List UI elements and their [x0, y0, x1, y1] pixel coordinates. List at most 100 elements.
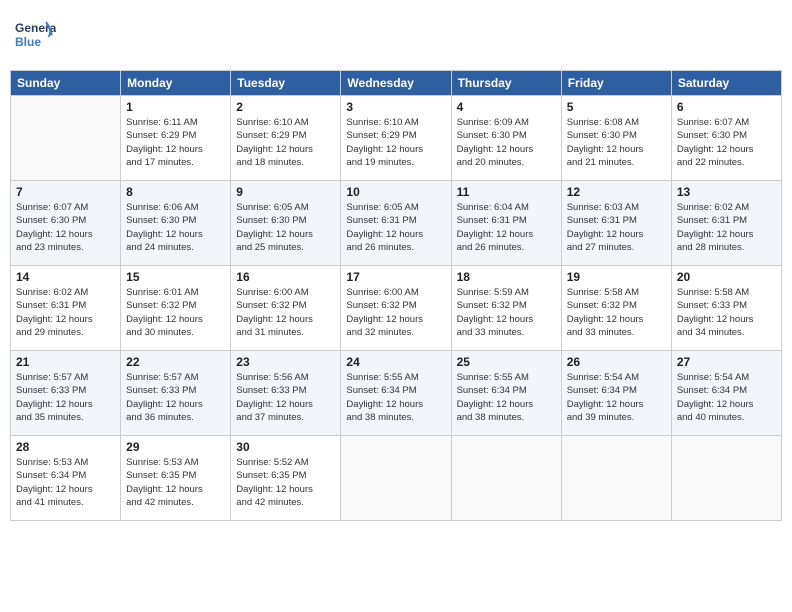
- calendar-day-cell: 25 Sunrise: 5:55 AM Sunset: 6:34 PM Dayli…: [451, 351, 561, 436]
- day-number: 20: [677, 270, 776, 284]
- day-number: 13: [677, 185, 776, 199]
- day-number: 14: [16, 270, 115, 284]
- calendar-day-cell: 26 Sunrise: 5:54 AM Sunset: 6:34 PM Dayli…: [561, 351, 671, 436]
- day-info: Sunrise: 5:55 AM Sunset: 6:34 PM Dayligh…: [346, 371, 445, 424]
- calendar-day-cell: 6 Sunrise: 6:07 AM Sunset: 6:30 PM Daylig…: [671, 96, 781, 181]
- calendar-day-cell: 29Sunrise: 5:53 AM Sunset: 6:35 PM Dayli…: [121, 436, 231, 521]
- weekday-header-cell: Saturday: [671, 71, 781, 96]
- calendar-day-cell: 17 Sunrise: 6:00 AM Sunset: 6:32 PM Dayli…: [341, 266, 451, 351]
- calendar-day-cell: 14 Sunrise: 6:02 AM Sunset: 6:31 PM Dayli…: [11, 266, 121, 351]
- day-number: 12: [567, 185, 666, 199]
- calendar-day-cell: 21 Sunrise: 5:57 AM Sunset: 6:33 PM Dayli…: [11, 351, 121, 436]
- day-info: Sunrise: 5:58 AM Sunset: 6:33 PM Dayligh…: [677, 286, 776, 339]
- day-number: 2: [236, 100, 335, 114]
- day-info: Sunrise: 6:02 AM Sunset: 6:31 PM Dayligh…: [16, 286, 115, 339]
- svg-text:Blue: Blue: [15, 35, 41, 49]
- calendar-day-cell: 3Sunrise: 6:10 AM Sunset: 6:29 PM Daylig…: [341, 96, 451, 181]
- day-info: Sunrise: 6:07 AM Sunset: 6:30 PM Dayligh…: [16, 201, 115, 254]
- calendar-day-cell: 1Sunrise: 6:11 AM Sunset: 6:29 PM Daylig…: [121, 96, 231, 181]
- day-number: 17: [346, 270, 445, 284]
- day-info: Sunrise: 6:09 AM Sunset: 6:30 PM Dayligh…: [457, 116, 556, 169]
- day-info: Sunrise: 5:57 AM Sunset: 6:33 PM Dayligh…: [16, 371, 115, 424]
- day-info: Sunrise: 5:53 AM Sunset: 6:35 PM Dayligh…: [126, 456, 225, 509]
- calendar-week-row: 1Sunrise: 6:11 AM Sunset: 6:29 PM Daylig…: [11, 96, 782, 181]
- weekday-header-cell: Monday: [121, 71, 231, 96]
- day-info: Sunrise: 6:01 AM Sunset: 6:32 PM Dayligh…: [126, 286, 225, 339]
- calendar-day-cell: 23 Sunrise: 5:56 AM Sunset: 6:33 PM Dayli…: [231, 351, 341, 436]
- day-info: Sunrise: 6:05 AM Sunset: 6:31 PM Dayligh…: [346, 201, 445, 254]
- calendar-day-cell: 8 Sunrise: 6:06 AM Sunset: 6:30 PM Daylig…: [121, 181, 231, 266]
- day-number: 19: [567, 270, 666, 284]
- day-number: 21: [16, 355, 115, 369]
- weekday-header-cell: Wednesday: [341, 71, 451, 96]
- day-info: Sunrise: 6:11 AM Sunset: 6:29 PM Dayligh…: [126, 116, 225, 169]
- day-info: Sunrise: 6:04 AM Sunset: 6:31 PM Dayligh…: [457, 201, 556, 254]
- day-info: Sunrise: 5:56 AM Sunset: 6:33 PM Dayligh…: [236, 371, 335, 424]
- day-info: Sunrise: 6:10 AM Sunset: 6:29 PM Dayligh…: [346, 116, 445, 169]
- day-info: Sunrise: 5:57 AM Sunset: 6:33 PM Dayligh…: [126, 371, 225, 424]
- day-number: 9: [236, 185, 335, 199]
- day-number: 7: [16, 185, 115, 199]
- calendar-day-cell: 2 Sunrise: 6:10 AM Sunset: 6:29 PM Daylig…: [231, 96, 341, 181]
- calendar-day-cell: 20 Sunrise: 5:58 AM Sunset: 6:33 PM Dayli…: [671, 266, 781, 351]
- day-info: Sunrise: 6:03 AM Sunset: 6:31 PM Dayligh…: [567, 201, 666, 254]
- day-info: Sunrise: 5:54 AM Sunset: 6:34 PM Dayligh…: [567, 371, 666, 424]
- day-info: Sunrise: 6:02 AM Sunset: 6:31 PM Dayligh…: [677, 201, 776, 254]
- day-number: 30: [236, 440, 335, 454]
- calendar-day-cell: 9 Sunrise: 6:05 AM Sunset: 6:30 PM Daylig…: [231, 181, 341, 266]
- day-number: 18: [457, 270, 556, 284]
- weekday-header-cell: Sunday: [11, 71, 121, 96]
- calendar-day-cell: [451, 436, 561, 521]
- day-number: 10: [346, 185, 445, 199]
- day-number: 8: [126, 185, 225, 199]
- calendar-day-cell: 10 Sunrise: 6:05 AM Sunset: 6:31 PM Dayli…: [341, 181, 451, 266]
- day-info: Sunrise: 5:58 AM Sunset: 6:32 PM Dayligh…: [567, 286, 666, 339]
- calendar-day-cell: 13 Sunrise: 6:02 AM Sunset: 6:31 PM Dayli…: [671, 181, 781, 266]
- day-info: Sunrise: 5:53 AM Sunset: 6:34 PM Dayligh…: [16, 456, 115, 509]
- day-number: 5: [567, 100, 666, 114]
- day-info: Sunrise: 6:10 AM Sunset: 6:29 PM Dayligh…: [236, 116, 335, 169]
- calendar-day-cell: 4 Sunrise: 6:09 AM Sunset: 6:30 PM Daylig…: [451, 96, 561, 181]
- day-info: Sunrise: 6:05 AM Sunset: 6:30 PM Dayligh…: [236, 201, 335, 254]
- day-info: Sunrise: 5:55 AM Sunset: 6:34 PM Dayligh…: [457, 371, 556, 424]
- calendar-day-cell: 22Sunrise: 5:57 AM Sunset: 6:33 PM Dayli…: [121, 351, 231, 436]
- page-header: General Blue: [10, 10, 782, 62]
- calendar-day-cell: 19 Sunrise: 5:58 AM Sunset: 6:32 PM Dayli…: [561, 266, 671, 351]
- day-number: 25: [457, 355, 556, 369]
- day-info: Sunrise: 6:07 AM Sunset: 6:30 PM Dayligh…: [677, 116, 776, 169]
- day-info: Sunrise: 6:06 AM Sunset: 6:30 PM Dayligh…: [126, 201, 225, 254]
- calendar-week-row: 7 Sunrise: 6:07 AM Sunset: 6:30 PM Daylig…: [11, 181, 782, 266]
- day-number: 26: [567, 355, 666, 369]
- calendar-day-cell: 16 Sunrise: 6:00 AM Sunset: 6:32 PM Dayli…: [231, 266, 341, 351]
- weekday-header-row: SundayMondayTuesdayWednesdayThursdayFrid…: [11, 71, 782, 96]
- calendar-week-row: 21 Sunrise: 5:57 AM Sunset: 6:33 PM Dayli…: [11, 351, 782, 436]
- day-number: 16: [236, 270, 335, 284]
- day-number: 28: [16, 440, 115, 454]
- day-info: Sunrise: 5:52 AM Sunset: 6:35 PM Dayligh…: [236, 456, 335, 509]
- weekday-header-cell: Friday: [561, 71, 671, 96]
- logo-icon: General Blue: [14, 16, 56, 58]
- calendar-day-cell: 27Sunrise: 5:54 AM Sunset: 6:34 PM Dayli…: [671, 351, 781, 436]
- day-info: Sunrise: 6:00 AM Sunset: 6:32 PM Dayligh…: [346, 286, 445, 339]
- calendar-day-cell: 30 Sunrise: 5:52 AM Sunset: 6:35 PM Dayli…: [231, 436, 341, 521]
- day-number: 15: [126, 270, 225, 284]
- day-info: Sunrise: 5:59 AM Sunset: 6:32 PM Dayligh…: [457, 286, 556, 339]
- calendar-day-cell: 24 Sunrise: 5:55 AM Sunset: 6:34 PM Dayli…: [341, 351, 451, 436]
- day-number: 4: [457, 100, 556, 114]
- weekday-header-cell: Thursday: [451, 71, 561, 96]
- calendar-day-cell: [561, 436, 671, 521]
- day-number: 23: [236, 355, 335, 369]
- logo: General Blue: [14, 16, 56, 58]
- calendar-day-cell: 15 Sunrise: 6:01 AM Sunset: 6:32 PM Dayli…: [121, 266, 231, 351]
- day-number: 6: [677, 100, 776, 114]
- calendar-day-cell: 5 Sunrise: 6:08 AM Sunset: 6:30 PM Daylig…: [561, 96, 671, 181]
- calendar-day-cell: 11Sunrise: 6:04 AM Sunset: 6:31 PM Dayli…: [451, 181, 561, 266]
- weekday-header-cell: Tuesday: [231, 71, 341, 96]
- day-number: 24: [346, 355, 445, 369]
- calendar-week-row: 14 Sunrise: 6:02 AM Sunset: 6:31 PM Dayli…: [11, 266, 782, 351]
- day-info: Sunrise: 6:08 AM Sunset: 6:30 PM Dayligh…: [567, 116, 666, 169]
- day-info: Sunrise: 6:00 AM Sunset: 6:32 PM Dayligh…: [236, 286, 335, 339]
- calendar-day-cell: 12 Sunrise: 6:03 AM Sunset: 6:31 PM Dayli…: [561, 181, 671, 266]
- day-number: 27: [677, 355, 776, 369]
- calendar-day-cell: [341, 436, 451, 521]
